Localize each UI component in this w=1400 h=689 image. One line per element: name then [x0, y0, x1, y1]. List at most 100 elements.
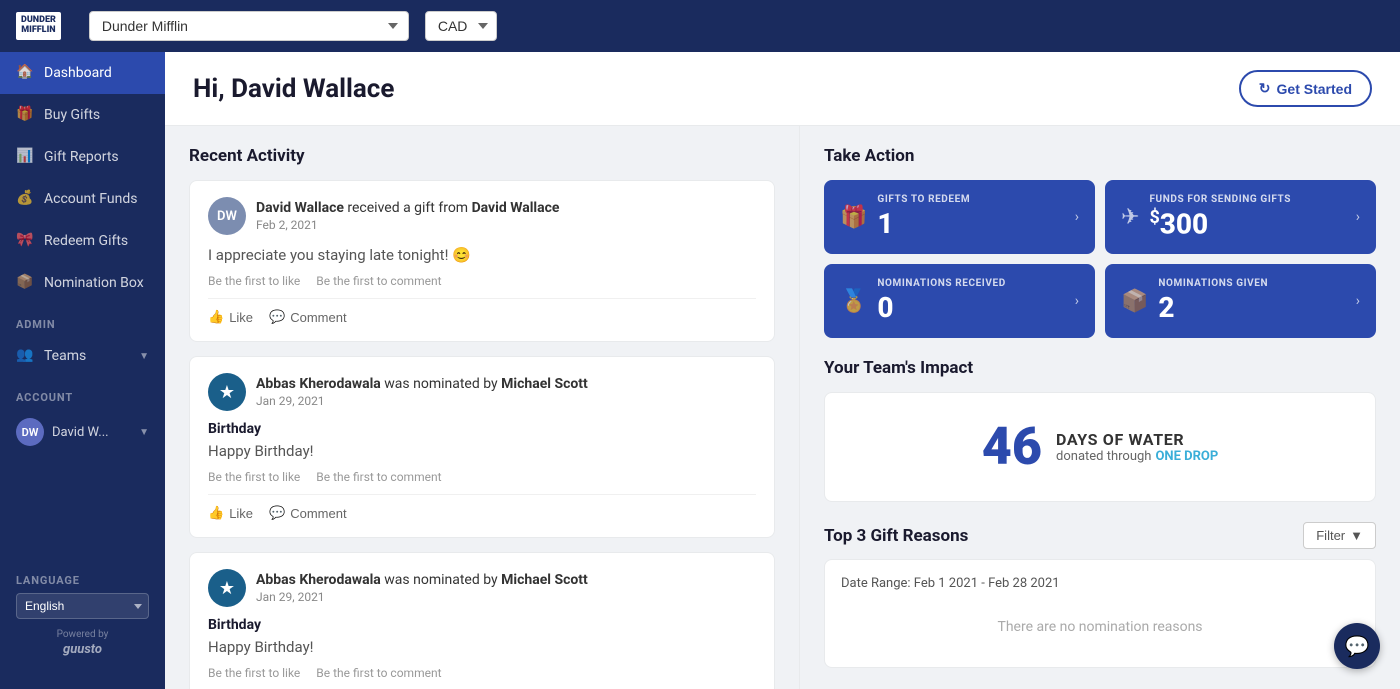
sidebar-item-gift-reports[interactable]: 📊 Gift Reports	[0, 136, 165, 178]
activity-name: David Wallace received a gift from David…	[256, 200, 756, 216]
like-icon: 👍	[208, 505, 224, 521]
action-card-arrow: ›	[1075, 293, 1079, 309]
action-card-value: 1	[877, 207, 1074, 240]
avatar-act1: DW	[208, 197, 246, 235]
sidebar-account[interactable]: DW David W... ▼	[0, 408, 165, 456]
activity-date: Jan 29, 2021	[256, 590, 756, 604]
sidebar-item-account-funds[interactable]: 💰 Account Funds	[0, 178, 165, 220]
team-impact-title: Your Team's Impact	[824, 358, 1376, 378]
activity-social: Be the first to like Be the first to com…	[208, 470, 756, 484]
sidebar-item-label-account-funds: Account Funds	[44, 191, 137, 207]
activity-message: I appreciate you staying late tonight! 😊	[208, 245, 756, 266]
activity-actions: 👍 Like 💬 Comment	[208, 494, 756, 521]
content-area: Hi, David Wallace ↻ Get Started Recent A…	[165, 52, 1400, 689]
top-navigation: DUNDER MIFFLIN Dunder Mifflin CAD	[0, 0, 1400, 52]
language-select[interactable]: English	[16, 593, 149, 619]
sidebar-item-nomination-box[interactable]: 📦 Nomination Box	[0, 262, 165, 304]
action-card-icon-nominations-given: 📦	[1121, 289, 1148, 314]
left-panel: Recent Activity DW David Wallace receive…	[165, 126, 800, 689]
activity-date: Jan 29, 2021	[256, 394, 756, 408]
activity-actions: 👍 Like 💬 Comment	[208, 298, 756, 325]
sidebar-item-label-nomination-box: Nomination Box	[44, 275, 144, 291]
action-card-value: 0	[877, 291, 1074, 324]
action-card-label: NOMINATIONS GIVEN	[1158, 278, 1355, 289]
dashboard-icon: 🏠	[16, 64, 34, 82]
sidebar-item-buy-gifts[interactable]: 🎁 Buy Gifts	[0, 94, 165, 136]
filter-button[interactable]: Filter ▼	[1303, 522, 1376, 549]
comment-icon: 💬	[269, 505, 285, 521]
action-card-funds-sending[interactable]: ✈ FUNDS FOR SENDING GIFTS $300 ›	[1105, 180, 1376, 254]
guusto-logo: guusto	[16, 642, 149, 657]
activity-badge: Birthday	[208, 617, 756, 633]
account-section-label: ACCOUNT	[0, 377, 165, 408]
action-card-icon-gifts-redeem: 🎁	[840, 205, 867, 230]
take-action-grid: 🎁 GIFTS TO REDEEM 1 › ✈ FUNDS FOR SENDIN…	[824, 180, 1376, 338]
language-label: LANGUAGE	[16, 574, 149, 593]
action-card-value: 2	[1158, 291, 1355, 324]
action-card-nominations-given[interactable]: 📦 NOMINATIONS GIVEN 2 ›	[1105, 264, 1376, 338]
sidebar-item-dashboard[interactable]: 🏠 Dashboard	[0, 52, 165, 94]
one-drop-logo: ONE DROP	[1155, 449, 1218, 464]
logo-area: DUNDER MIFFLIN	[16, 12, 61, 40]
get-started-icon: ↻	[1259, 80, 1271, 97]
teams-chevron: ▼	[139, 351, 149, 362]
impact-label: DAYS OF WATER	[1056, 430, 1218, 449]
content-header: Hi, David Wallace ↻ Get Started	[165, 52, 1400, 126]
currency-dropdown[interactable]: CAD	[425, 11, 497, 41]
buy-gifts-icon: 🎁	[16, 106, 34, 124]
account-chevron: ▼	[139, 427, 149, 438]
gift-reasons-header: Top 3 Gift Reasons Filter ▼	[824, 522, 1376, 549]
like-icon: 👍	[208, 309, 224, 325]
action-card-icon-nominations-received: 🏅	[840, 289, 867, 314]
redeem-gifts-icon: 🎀	[16, 232, 34, 250]
sidebar-item-redeem-gifts[interactable]: 🎀 Redeem Gifts	[0, 220, 165, 262]
page-title: Hi, David Wallace	[193, 74, 394, 104]
take-action-title: Take Action	[824, 146, 1376, 166]
sidebar: 🏠 Dashboard 🎁 Buy Gifts 📊 Gift Reports 💰…	[0, 52, 165, 689]
org-dropdown[interactable]: Dunder Mifflin	[89, 11, 409, 41]
activity-message: Happy Birthday!	[208, 637, 756, 658]
account-avatar: DW	[16, 418, 44, 446]
like-button-act2[interactable]: 👍 Like	[208, 505, 253, 521]
activity-social: Be the first to like Be the first to com…	[208, 274, 756, 288]
activity-header: ★ Abbas Kherodawala was nominated by Mic…	[208, 569, 756, 607]
action-card-arrow: ›	[1075, 209, 1079, 225]
activity-social: Be the first to like Be the first to com…	[208, 666, 756, 680]
get-started-button[interactable]: ↻ Get Started	[1239, 70, 1372, 107]
action-card-label: FUNDS FOR SENDING GIFTS	[1149, 194, 1355, 205]
activity-badge: Birthday	[208, 421, 756, 437]
action-card-arrow: ›	[1356, 293, 1360, 309]
like-button-act1[interactable]: 👍 Like	[208, 309, 253, 325]
activity-name: Abbas Kherodawala was nominated by Micha…	[256, 376, 756, 392]
activity-header: ★ Abbas Kherodawala was nominated by Mic…	[208, 373, 756, 411]
activity-date: Feb 2, 2021	[256, 218, 756, 232]
no-data-message: There are no nomination reasons	[841, 603, 1359, 651]
action-card-value: $300	[1149, 207, 1355, 240]
activity-message: Happy Birthday!	[208, 441, 756, 462]
action-card-label: NOMINATIONS RECEIVED	[877, 278, 1074, 289]
impact-sub: donated through ONE DROP	[1056, 449, 1218, 464]
logo: DUNDER MIFFLIN	[16, 12, 61, 40]
action-card-icon-funds-sending: ✈	[1121, 205, 1139, 230]
date-range: Date Range: Feb 1 2021 - Feb 28 2021	[841, 576, 1359, 591]
gift-reasons-title: Top 3 Gift Reasons	[824, 526, 968, 546]
activity-card-act1: DW David Wallace received a gift from Da…	[189, 180, 775, 342]
teams-icon: 👥	[16, 347, 34, 365]
comment-button-act2[interactable]: 💬 Comment	[269, 505, 347, 521]
activity-card-act3: ★ Abbas Kherodawala was nominated by Mic…	[189, 552, 775, 689]
team-impact-card: 46 DAYS OF WATER donated through ONE DRO…	[824, 392, 1376, 502]
action-card-nominations-received[interactable]: 🏅 NOMINATIONS RECEIVED 0 ›	[824, 264, 1095, 338]
chat-bubble[interactable]: 💬	[1334, 623, 1380, 669]
sidebar-item-label-gift-reports: Gift Reports	[44, 149, 119, 165]
sidebar-item-teams[interactable]: 👥 Teams ▼	[0, 335, 165, 377]
comment-button-act1[interactable]: 💬 Comment	[269, 309, 347, 325]
account-username: David W...	[52, 425, 109, 440]
impact-number: 46	[982, 421, 1042, 473]
filter-chevron: ▼	[1350, 528, 1363, 543]
activity-name: Abbas Kherodawala was nominated by Micha…	[256, 572, 756, 588]
recent-activity-title: Recent Activity	[189, 146, 775, 166]
account-funds-icon: 💰	[16, 190, 34, 208]
admin-section-label: ADMIN	[0, 304, 165, 335]
action-card-gifts-redeem[interactable]: 🎁 GIFTS TO REDEEM 1 ›	[824, 180, 1095, 254]
gift-reports-icon: 📊	[16, 148, 34, 166]
